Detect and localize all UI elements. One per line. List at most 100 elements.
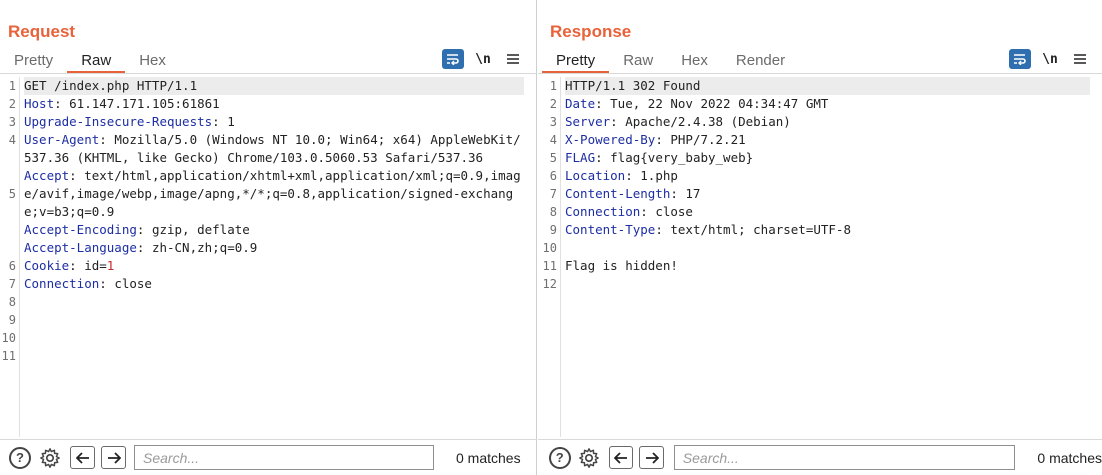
cookie-value: 1 [106,258,115,273]
header-key: Connection [24,276,100,291]
request-line-numbers: 1 2 3 4 5 6 7 8 9 10 11 [0,77,20,437]
request-tab-divider [0,73,536,74]
response-matches-count: 0 matches [1037,449,1102,466]
menu-icon[interactable] [1069,49,1091,69]
arrow-left-icon[interactable] [70,446,95,469]
header-key: Server [565,114,611,129]
help-icon[interactable]: ? [9,446,31,469]
request-pane: Request Pretty Raw Hex \n 1 2 3 4 5 6 7 8 9 10 11 … [0,0,537,475]
header-value: : 1.php [625,168,678,183]
line-number [0,203,19,221]
line-number [0,239,19,257]
line-number [0,167,19,185]
line-number: 8 [549,205,557,219]
wrap-icon[interactable] [1009,49,1031,69]
request-tab-hex[interactable]: Hex [125,50,180,72]
line-number: 2 [8,97,16,111]
gear-icon[interactable] [38,446,62,470]
wrap-icon[interactable] [442,49,464,69]
line-number: 2 [549,97,557,111]
arrow-right-icon[interactable] [639,446,664,469]
code-line: Accept: text/html,application/xhtml+xml,… [24,167,524,221]
request-search-input[interactable] [134,445,434,470]
header-key: Cookie [24,258,70,273]
code-line: User-Agent: Mozilla/5.0 (Windows NT 10.0… [24,131,524,167]
header-key: Content-Length [565,186,671,201]
line-number: 10 [1,331,16,345]
code-line: HTTP/1.1 302 Found [565,77,1090,95]
menu-icon[interactable] [502,49,524,69]
response-search-input[interactable] [673,445,1016,470]
line-number: 8 [8,295,16,309]
code-line: Cookie: id=1 [24,257,524,275]
request-tools: \n [442,49,524,69]
request-tab-pretty[interactable]: Pretty [0,50,67,72]
response-search-bar: ? 0 matches [538,439,1102,475]
code-line: Upgrade-Insecure-Requests: 1 [24,113,524,131]
response-tabs: Pretty Raw Hex Render [542,50,799,73]
header-value: : Apache/2.4.38 (Debian) [610,114,791,129]
response-code[interactable]: HTTP/1.1 302 Found Date: Tue, 22 Nov 2022… [565,77,1090,293]
newline-icon[interactable]: \n [472,49,494,69]
line-number: 5 [549,151,557,165]
request-editor[interactable]: 1 2 3 4 5 6 7 8 9 10 11 GET /index.php HTTP/1.1 Hos… [0,77,536,437]
header-value: : close [99,276,152,291]
line-number: 7 [8,277,16,291]
code-line: Connection: close [24,275,524,293]
code-line: Content-Type: text/html; charset=UTF-8 [565,221,1090,239]
request-tab-raw[interactable]: Raw [67,50,126,73]
header-key: Date [565,96,596,111]
arrow-left-icon[interactable] [608,446,634,469]
code-line: Content-Length: 17 [565,185,1090,203]
line-number: 10 [542,241,557,255]
response-tab-pretty[interactable]: Pretty [542,50,610,73]
header-value: : 17 [670,186,701,201]
header-key: Host [24,96,55,111]
newline-icon[interactable]: \n [1039,49,1061,69]
request-title: Request [8,22,76,41]
code-line: FLAG: flag{very_baby_web} [565,149,1090,167]
line-number: 9 [549,223,557,237]
header-value: : 61.147.171.105:61861 [54,96,220,111]
help-icon[interactable]: ? [549,446,571,469]
response-tab-raw[interactable]: Raw [609,50,667,72]
code-line: Server: Apache/2.4.38 (Debian) [565,113,1090,131]
request-tabs: Pretty Raw Hex [0,50,180,73]
header-value: : id= [69,258,107,273]
request-matches-count: 0 matches [456,449,521,466]
line-number: 6 [549,169,557,183]
line-number: 5 [8,187,16,201]
line-number: 9 [8,313,16,327]
header-value: : close [640,204,693,219]
header-value: : text/html; charset=UTF-8 [655,222,851,237]
line-number [0,149,19,167]
header-value: : PHP/7.2.21 [655,132,746,147]
response-tab-divider [538,73,1102,74]
header-value: : zh-CN,zh;q=0.9 [136,240,258,255]
header-key: User-Agent [24,132,100,147]
code-line: Accept-Encoding: gzip, deflate [24,221,524,239]
arrow-right-icon[interactable] [101,446,126,469]
line-number: 1 [8,79,16,93]
header-key: Content-Type [565,222,656,237]
response-tools: \n [1009,49,1091,69]
header-key: FLAG [565,150,596,165]
code-line: GET /index.php HTTP/1.1 [24,77,524,95]
request-code[interactable]: GET /index.php HTTP/1.1 Host: 61.147.171.… [24,77,524,329]
request-search-bar: ? 0 matches [0,439,536,475]
line-number: 7 [549,187,557,201]
header-key: Connection [565,204,641,219]
line-number: 3 [8,115,16,129]
header-value: : Mozilla/5.0 (Windows NT 10.0; Win64; x… [24,132,521,165]
response-editor[interactable]: 1 2 3 4 5 6 7 8 9 10 11 12 HTTP/1.1 302 Found Date: … [541,77,1102,437]
line-number: 11 [1,349,16,363]
line-number: 4 [8,133,16,147]
response-tab-render[interactable]: Render [722,50,799,72]
header-value: : flag{very_baby_web} [595,150,754,165]
response-tab-hex[interactable]: Hex [667,50,722,72]
header-value: : 1 [212,114,235,129]
gear-icon[interactable] [578,446,601,470]
